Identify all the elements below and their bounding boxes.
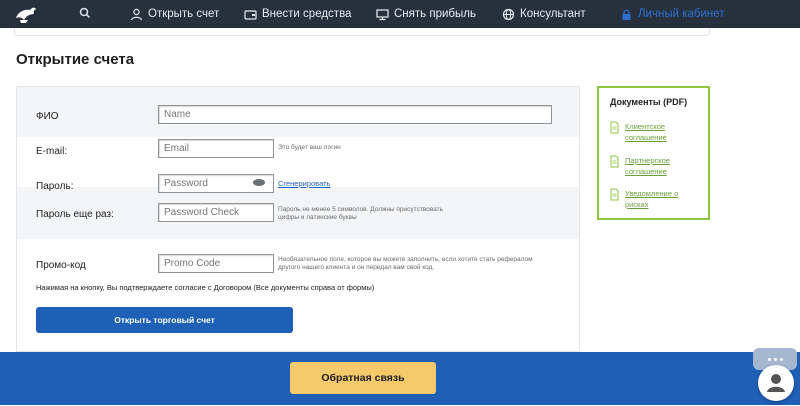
lock-icon: [622, 9, 631, 20]
nav-deposit-label: Внести средства: [262, 8, 352, 20]
document-icon: [610, 188, 619, 201]
email-hint: Это будет ваш логин: [278, 144, 341, 151]
fio-input[interactable]: [158, 105, 552, 124]
promo-hint: Необязательное поле, которое вы можете з…: [278, 256, 533, 271]
doc-partner-agreement[interactable]: Партнерское соглашение: [610, 155, 685, 177]
agreement-text: Нажимая на кнопку, Вы подтверждаете согл…: [36, 283, 375, 292]
generate-password-link[interactable]: Сгенерировать: [278, 179, 330, 188]
doc-risk-notice[interactable]: Уведомление о рисках: [610, 188, 687, 210]
nav-consultant[interactable]: Консультант: [502, 0, 586, 28]
password-label: Пароль:: [36, 181, 74, 192]
nav-consultant-label: Консультант: [520, 8, 586, 20]
password-check-label: Пароль еще раз:: [36, 209, 114, 220]
logo-icon[interactable]: [14, 4, 38, 24]
nav-personal-account[interactable]: Личный кабинет: [620, 0, 725, 28]
account-form: ФИО E-mail: Это будет ваш логин Пароль: …: [16, 86, 580, 352]
email-input[interactable]: [158, 139, 274, 158]
feedback-button[interactable]: Обратная связь: [290, 362, 436, 394]
password-check-input[interactable]: [158, 203, 274, 222]
wallet-icon: [244, 9, 257, 20]
eye-icon[interactable]: [253, 179, 265, 186]
doc-partner-agreement-label: Партнерское соглашение: [625, 156, 670, 176]
doc-risk-notice-label: Уведомление о рисках: [625, 189, 679, 209]
email-label: E-mail:: [36, 146, 68, 157]
doc-client-agreement[interactable]: Клиентское соглашение: [610, 121, 685, 143]
monitor-icon: [376, 8, 389, 20]
globe-icon: [502, 8, 515, 20]
promo-input[interactable]: [158, 254, 274, 273]
documents-title: Документы (PDF): [610, 97, 688, 107]
chat-avatar[interactable]: [758, 365, 794, 401]
search-icon[interactable]: [78, 6, 92, 20]
doc-client-agreement-label: Клиентское соглашение: [625, 122, 667, 142]
page-title: Открытие счета: [16, 51, 135, 68]
nav-deposit[interactable]: Внести средства: [244, 0, 351, 28]
nav-personal-account-label: Личный кабинет: [638, 8, 725, 20]
nav-withdraw[interactable]: Снять прибыль: [376, 0, 476, 28]
top-nav: Открыть счет Внести средства Снять прибы…: [0, 0, 800, 28]
open-account-button[interactable]: Открыть торговый счет: [36, 307, 293, 333]
top-strip: [14, 28, 710, 36]
password-hint: Пароль не менее 5 символов. Должны прису…: [278, 206, 444, 221]
document-icon: [610, 155, 619, 168]
promo-label: Промо-код: [36, 260, 86, 271]
user-icon: [130, 8, 143, 20]
person-icon: [767, 374, 785, 392]
nav-open-account[interactable]: Открыть счет: [130, 0, 219, 28]
nav-withdraw-label: Снять прибыль: [394, 8, 476, 20]
fio-label: ФИО: [36, 111, 59, 122]
password-field: [158, 174, 274, 193]
nav-open-account-label: Открыть счет: [148, 8, 220, 20]
document-icon: [610, 121, 619, 134]
documents-panel: Документы (PDF) Клиентское соглашение Па…: [597, 86, 710, 220]
